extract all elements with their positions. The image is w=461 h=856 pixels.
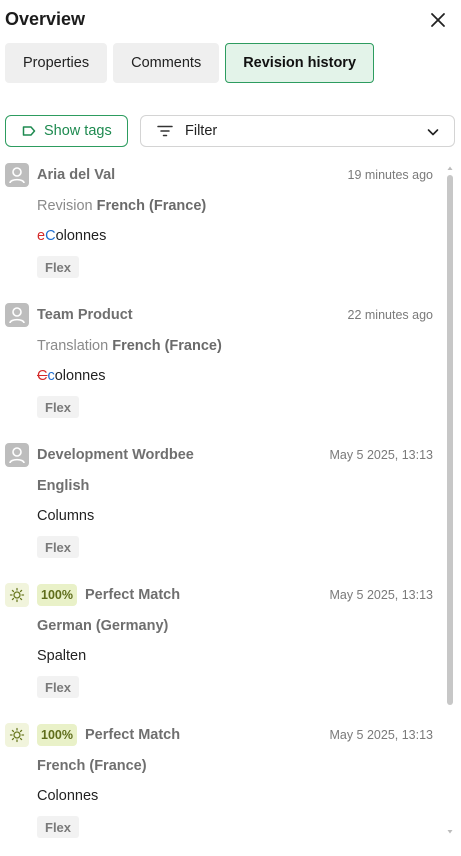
scroll-down-arrow-icon[interactable] xyxy=(447,829,453,835)
entry-action-type: Translation xyxy=(37,338,109,354)
entry-tag: Flex xyxy=(37,256,80,278)
user-avatar-icon xyxy=(5,443,29,467)
inserted-text: c xyxy=(47,368,55,384)
entry-language: German (Germany) xyxy=(37,618,169,634)
entry-author: Aria del Val xyxy=(37,167,116,183)
user-avatar-icon xyxy=(5,163,29,187)
filter-icon xyxy=(157,125,173,137)
entry-action: Revision French (France) xyxy=(37,198,206,214)
entry-content: Columns xyxy=(37,508,95,524)
unchanged-text: olonnes xyxy=(54,368,106,384)
entry-content: Colonnes xyxy=(37,788,99,804)
scrollbar-thumb[interactable] xyxy=(447,175,453,705)
entry-content: eColonnes xyxy=(37,228,106,244)
toolbar: Show tags Filter xyxy=(5,115,455,147)
match-percent-badge: 100% xyxy=(37,724,77,746)
match-label: Perfect Match xyxy=(85,587,181,603)
tag-icon xyxy=(22,126,36,136)
match-percent-badge: 100% xyxy=(37,584,77,606)
inserted-text: C xyxy=(45,228,56,244)
entry-tag: Flex xyxy=(37,816,80,838)
revision-entry: 100% Perfect Match May 5 2025, 13:13 Fre… xyxy=(0,720,440,840)
filter-dropdown[interactable]: Filter xyxy=(140,115,455,147)
chevron-down-icon xyxy=(427,129,439,136)
entry-language: French (France) xyxy=(96,198,207,214)
show-tags-button[interactable]: Show tags xyxy=(5,115,128,147)
unchanged-text: olonnes xyxy=(55,228,107,244)
tab-bar: Properties Comments Revision history xyxy=(5,43,375,83)
revision-entry: Aria del Val 19 minutes ago Revision Fre… xyxy=(0,160,440,300)
tab-comments[interactable]: Comments xyxy=(113,43,220,83)
entry-time: May 5 2025, 13:13 xyxy=(329,728,433,742)
entry-tag: Flex xyxy=(37,676,80,698)
entry-time: May 5 2025, 13:13 xyxy=(329,448,433,462)
entry-action: Translation French (France) xyxy=(37,338,222,354)
entry-tag: Flex xyxy=(37,396,80,418)
entry-content: Spalten xyxy=(37,648,87,664)
entry-language: French (France) xyxy=(37,758,147,774)
revision-entry: Team Product 22 minutes ago Translation … xyxy=(0,300,440,440)
revision-entry: 100% Perfect Match May 5 2025, 13:13 Ger… xyxy=(0,580,440,720)
sun-match-icon xyxy=(5,723,29,747)
tab-properties[interactable]: Properties xyxy=(5,43,108,83)
entry-language: French (France) xyxy=(112,338,222,354)
entry-time: May 5 2025, 13:13 xyxy=(329,588,433,602)
revision-list: Aria del Val 19 minutes ago Revision Fre… xyxy=(0,160,440,840)
deleted-text: e xyxy=(37,228,46,244)
deleted-text: C xyxy=(37,368,48,384)
page-title: Overview xyxy=(5,9,86,29)
show-tags-label: Show tags xyxy=(44,123,112,139)
entry-content: Ccolonnes xyxy=(37,368,106,384)
entry-author: Development Wordbee xyxy=(37,447,194,463)
scrollbar[interactable] xyxy=(445,165,455,835)
entry-time: 22 minutes ago xyxy=(347,308,433,322)
entry-language: English xyxy=(37,478,90,494)
match-label: Perfect Match xyxy=(85,727,181,743)
user-avatar-icon xyxy=(5,303,29,327)
close-icon[interactable] xyxy=(428,10,448,30)
revision-entry: Development Wordbee May 5 2025, 13:13 En… xyxy=(0,440,440,580)
tab-revision-history[interactable]: Revision history xyxy=(225,43,375,83)
filter-label: Filter xyxy=(185,123,218,139)
scroll-up-arrow-icon[interactable] xyxy=(447,165,453,171)
panel-header: Overview xyxy=(0,0,461,40)
entry-tag: Flex xyxy=(37,536,80,558)
sun-match-icon xyxy=(5,583,29,607)
entry-author: Team Product xyxy=(37,307,133,323)
entry-time: 19 minutes ago xyxy=(347,168,433,182)
entry-action-type: Revision xyxy=(37,198,93,214)
